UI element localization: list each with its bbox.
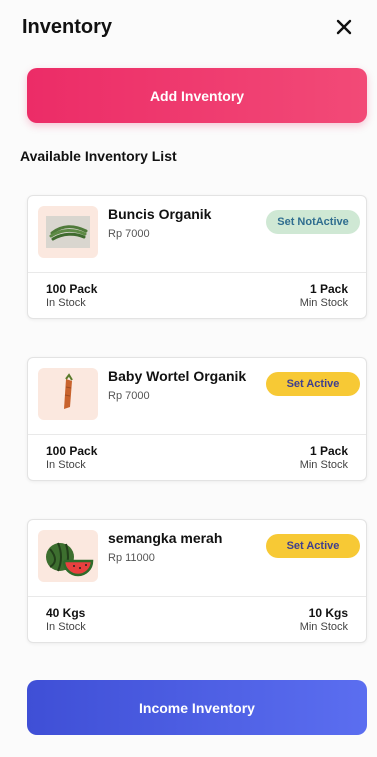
inventory-screen: Inventory Add Inventory Available Invent… xyxy=(0,0,377,757)
item-name: Baby Wortel Organik xyxy=(108,368,247,384)
min-stock-label: Min Stock xyxy=(299,297,348,309)
set-notactive-button[interactable]: Set NotActive xyxy=(266,210,360,234)
set-active-button[interactable]: Set Active xyxy=(266,372,360,396)
watermelon-image xyxy=(38,530,98,582)
min-stock: 1 Pack Min Stock xyxy=(300,282,348,309)
item-price: Rp 11000 xyxy=(108,552,155,564)
min-stock-value: 10 Kgs xyxy=(308,606,348,620)
green-beans-image xyxy=(38,206,98,258)
add-inventory-button[interactable]: Add Inventory xyxy=(27,68,367,123)
in-stock: 100 Pack In Stock xyxy=(46,282,97,309)
min-stock-label: Min Stock xyxy=(299,459,348,471)
min-stock-label: Min Stock xyxy=(299,621,348,633)
item-name: semangka merah xyxy=(108,530,223,546)
min-stock: 10 Kgs Min Stock xyxy=(300,606,348,633)
list-title: Available Inventory List xyxy=(20,148,177,164)
item-name: Buncis Organik xyxy=(108,206,212,222)
page-title: Inventory xyxy=(22,16,113,38)
inventory-card[interactable]: Baby Wortel Organik Rp 7000 Set Active 1… xyxy=(27,357,367,481)
in-stock-value: 100 Pack xyxy=(46,444,98,458)
in-stock: 40 Kgs In Stock xyxy=(46,606,86,633)
card-divider xyxy=(28,596,366,597)
min-stock-value: 1 Pack xyxy=(309,282,348,296)
in-stock-label: In Stock xyxy=(46,621,86,633)
item-price: Rp 7000 xyxy=(108,390,150,402)
card-divider xyxy=(28,272,366,273)
baby-carrot-image xyxy=(38,368,98,420)
inventory-card[interactable]: Buncis Organik Rp 7000 Set NotActive 100… xyxy=(27,195,367,319)
min-stock-value: 1 Pack xyxy=(309,444,348,458)
in-stock-value: 100 Pack xyxy=(46,282,98,296)
close-icon[interactable] xyxy=(331,14,357,40)
card-divider xyxy=(28,434,366,435)
header: Inventory xyxy=(0,0,377,60)
inventory-card[interactable]: semangka merah Rp 11000 Set Active 40 Kg… xyxy=(27,519,367,643)
in-stock-label: In Stock xyxy=(46,459,86,471)
in-stock: 100 Pack In Stock xyxy=(46,444,97,471)
min-stock: 1 Pack Min Stock xyxy=(300,444,348,471)
item-price: Rp 7000 xyxy=(108,228,150,240)
set-active-button[interactable]: Set Active xyxy=(266,534,360,558)
in-stock-value: 40 Kgs xyxy=(46,606,86,620)
in-stock-label: In Stock xyxy=(46,297,86,309)
income-inventory-button[interactable]: Income Inventory xyxy=(27,680,367,735)
